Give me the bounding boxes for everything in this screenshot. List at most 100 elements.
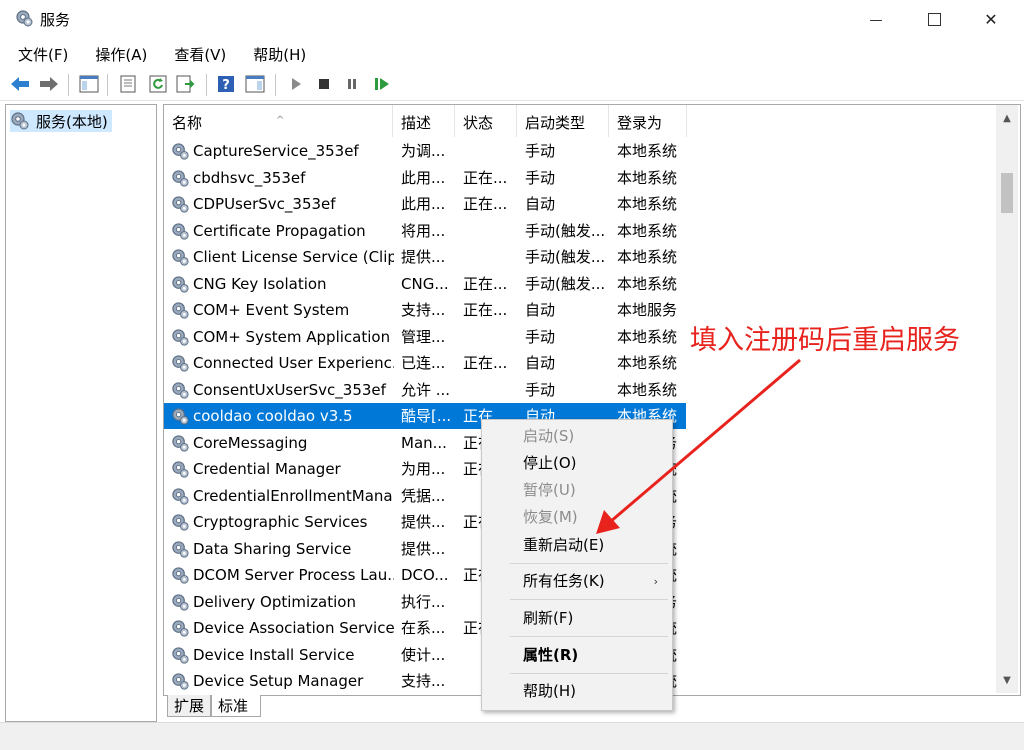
service-gear-icon <box>171 354 190 373</box>
tab-standard[interactable]: 标准 <box>211 695 261 717</box>
menu-separator <box>510 636 668 637</box>
help-icon: ? <box>218 76 234 93</box>
table-row[interactable]: ConsentUxUserSvc_353ef 允许 ... 手动 本地系统 <box>164 377 686 403</box>
maximize-icon <box>927 12 941 26</box>
menu-file[interactable]: 文件(F) <box>0 40 78 66</box>
service-description-cell: Man... <box>401 433 447 452</box>
show-action-pane-button[interactable] <box>244 73 266 95</box>
start-service-button[interactable] <box>285 73 307 95</box>
help-toolbar-button[interactable]: ? <box>215 73 237 95</box>
show-hide-tree-button[interactable] <box>78 73 100 95</box>
service-name-cell: ConsentUxUserSvc_353ef <box>193 380 386 399</box>
column-header-startup-type[interactable]: 启动类型 <box>517 105 609 137</box>
service-gear-icon <box>171 142 190 161</box>
table-row[interactable]: CNG Key Isolation CNG... 正在... 手动(触发... 本地系统 <box>164 271 686 297</box>
menu-action[interactable]: 操作(A) <box>78 40 157 66</box>
service-name-cell: cbdhsvc_353ef <box>193 168 306 187</box>
service-gear-icon <box>171 646 190 665</box>
service-name-cell: Delivery Optimization <box>193 592 356 611</box>
service-status-cell: 正在... <box>463 274 508 293</box>
menu-help[interactable]: 帮助(H) <box>236 40 316 66</box>
back-button[interactable] <box>9 73 31 95</box>
service-startup-type-cell: 手动(触发... <box>525 221 606 240</box>
minimize-button[interactable] <box>853 0 899 38</box>
close-button[interactable]: ✕ <box>968 0 1014 38</box>
menu-item-resume[interactable]: 恢复(M) <box>482 504 672 530</box>
service-gear-icon <box>171 381 190 400</box>
scroll-down-arrow-icon[interactable]: ▼ <box>996 669 1018 691</box>
column-header-description[interactable]: 描述 <box>393 105 455 137</box>
vertical-scrollbar[interactable]: ▲ ▼ <box>996 105 1018 693</box>
menu-item-stop[interactable]: 停止(O) <box>482 450 672 476</box>
table-row[interactable]: CaptureService_353ef 为调... 手动 本地系统 <box>164 138 686 164</box>
column-header-row: ^ 名称 描述 状态 启动类型 登录为 <box>164 105 1020 137</box>
service-gear-icon <box>171 619 190 638</box>
service-description-cell: 支持... <box>401 301 446 319</box>
menu-item-refresh[interactable]: 刷新(F) <box>482 605 672 631</box>
title-bar: 服务 ✕ <box>0 0 1024 38</box>
refresh-icon <box>149 75 167 93</box>
menu-item-help[interactable]: 帮助(H) <box>482 678 672 704</box>
toolbar-separator <box>68 74 69 96</box>
column-header-name[interactable]: ^ 名称 <box>164 105 393 137</box>
table-row[interactable]: COM+ Event System 支持... 正在... 自动 本地服务 <box>164 297 686 323</box>
service-gear-icon <box>171 593 190 612</box>
properties-toolbar-button[interactable] <box>117 73 139 95</box>
table-row[interactable]: Client License Service (Clip... 提供... 手动(触… <box>164 244 686 270</box>
service-name-cell: Credential Manager <box>193 460 341 478</box>
service-gear-icon <box>171 513 190 532</box>
toolbar: ? <box>0 68 1024 101</box>
sort-ascending-icon: ^ <box>276 115 285 126</box>
service-startup-type-cell: 手动(触发... <box>525 248 606 266</box>
menu-view[interactable]: 查看(V) <box>157 40 236 66</box>
service-log-on-as-cell: 本地系统 <box>617 274 678 293</box>
close-icon: ✕ <box>984 9 998 29</box>
action-pane-icon <box>245 75 265 93</box>
console-tree-icon <box>79 75 99 93</box>
service-description-cell: 支持... <box>401 672 446 690</box>
properties-icon <box>120 75 136 93</box>
table-row[interactable]: CDPUserSvc_353ef 此用... 正在... 自动 本地系统 <box>164 191 686 217</box>
tree-item-services-local[interactable]: 服务(本地) <box>10 110 112 132</box>
service-status-cell: 正在... <box>463 195 508 213</box>
column-header-log-on-as[interactable]: 登录为 <box>609 105 687 137</box>
export-list-button[interactable] <box>175 73 197 95</box>
service-startup-type-cell: 手动 <box>525 168 556 187</box>
service-status-cell: 正在... <box>463 168 508 187</box>
menu-bar: 文件(F) 操作(A) 查看(V) 帮助(H) <box>0 40 316 66</box>
refresh-toolbar-button[interactable] <box>147 73 169 95</box>
tree-item-label: 服务(本地) <box>36 112 108 131</box>
table-row[interactable]: cbdhsvc_353ef 此用... 正在... 手动 本地系统 <box>164 165 686 191</box>
scroll-up-arrow-icon[interactable]: ▲ <box>996 107 1018 129</box>
pause-service-button[interactable] <box>341 73 363 95</box>
service-gear-icon <box>171 487 190 506</box>
menu-item-pause[interactable]: 暂停(U) <box>482 477 672 503</box>
service-name-cell: CaptureService_353ef <box>193 142 359 160</box>
menu-item-properties[interactable]: 属性(R) <box>482 642 672 668</box>
stop-service-button[interactable] <box>313 73 335 95</box>
service-status-cell: 正在... <box>463 354 508 372</box>
service-description-cell: 管理... <box>401 327 446 346</box>
service-status-cell <box>463 218 515 244</box>
table-row[interactable]: Certificate Propagation 将用... 手动(触发... 本地系统 <box>164 218 686 244</box>
service-description-cell: 酷导[... <box>401 407 452 425</box>
column-header-status[interactable]: 状态 <box>455 105 517 137</box>
menu-separator <box>510 673 668 674</box>
service-name-cell: COM+ Event System <box>193 301 350 319</box>
table-row[interactable]: COM+ System Application 管理... 手动 本地系统 <box>164 324 686 350</box>
restart-service-button[interactable] <box>371 73 393 95</box>
service-gear-icon <box>171 566 190 585</box>
service-startup-type-cell: 自动 <box>525 195 556 213</box>
tab-extended[interactable]: 扩展 <box>167 695 211 717</box>
table-row[interactable]: Connected User Experienc... 已连... 正在... 自动 本… <box>164 350 686 376</box>
menu-item-start[interactable]: 启动(S) <box>482 423 672 449</box>
toolbar-separator <box>206 74 207 96</box>
menu-item-all-tasks[interactable]: 所有任务(K) › <box>482 568 672 594</box>
maximize-button[interactable] <box>911 0 957 38</box>
service-name-cell: COM+ System Application <box>193 327 391 346</box>
menu-item-restart[interactable]: 重新启动(E) <box>482 532 672 558</box>
forward-button[interactable] <box>38 73 60 95</box>
scrollbar-thumb[interactable] <box>1001 173 1013 213</box>
service-startup-type-cell: 自动 <box>525 301 556 319</box>
service-gear-icon <box>171 275 190 294</box>
